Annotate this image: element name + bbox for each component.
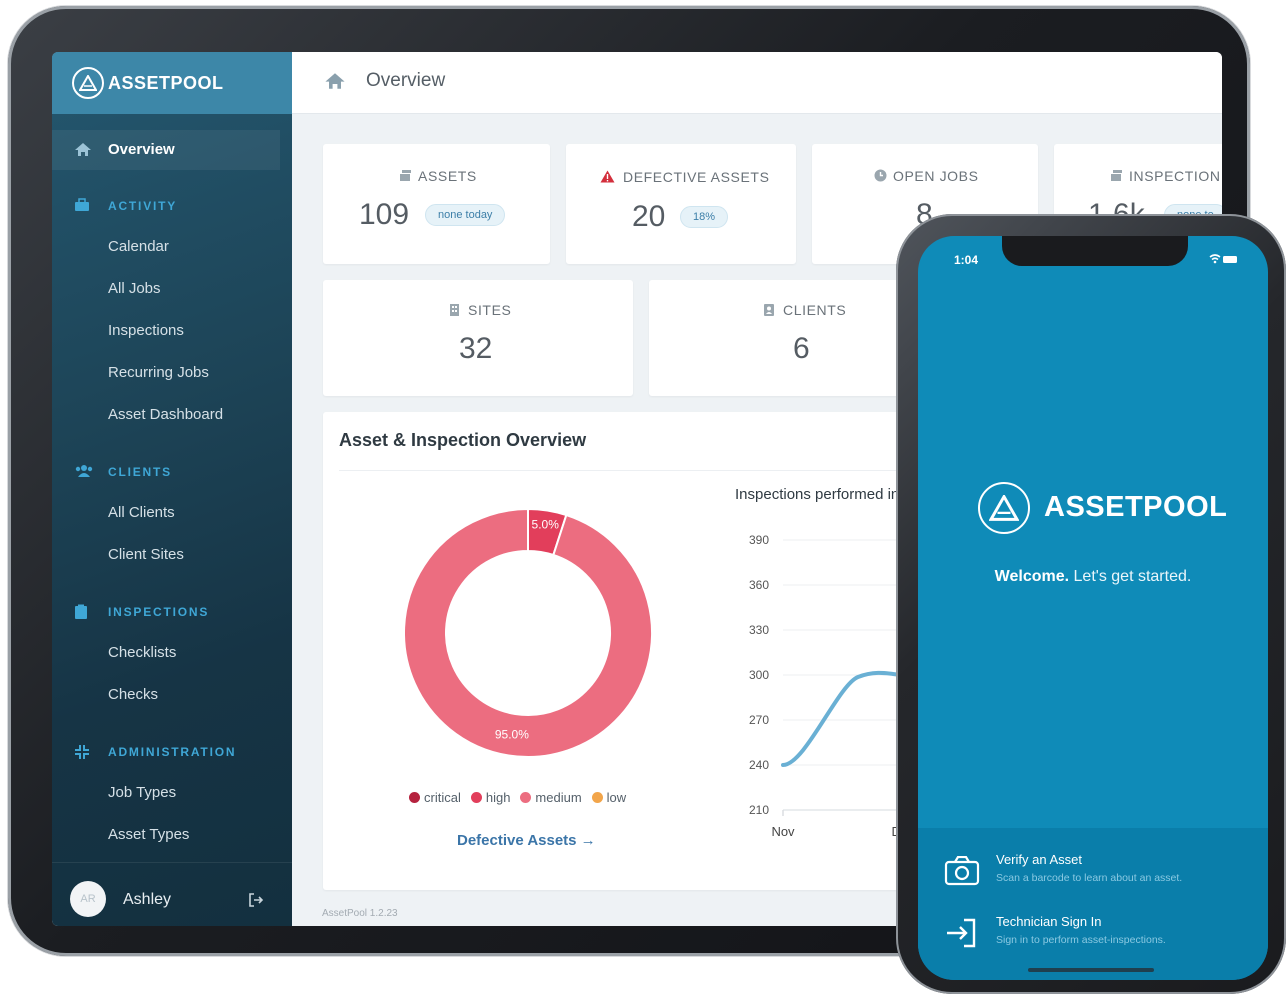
sidebar-item-label: Overview <box>108 141 175 158</box>
warning-icon <box>600 170 615 183</box>
overview-title: Asset & Inspection Overview <box>339 430 587 450</box>
sidebar-item-checklists[interactable]: Checklists <box>108 644 176 661</box>
legend-item-high[interactable]: high <box>470 790 510 805</box>
defective-assets-link[interactable]: Defective Assets → <box>457 832 596 849</box>
home-icon[interactable] <box>324 72 346 95</box>
sidebar-item-asset-dashboard[interactable]: Asset Dashboard <box>108 406 223 423</box>
sidebar-item-asset-types[interactable]: Asset Types <box>108 826 189 843</box>
top-bar: Overview <box>292 52 1222 114</box>
user-name[interactable]: Ashley <box>123 891 171 909</box>
stat-value: 32 <box>459 332 493 365</box>
action-title: Technician Sign In <box>996 914 1102 929</box>
phone-notch <box>1002 236 1188 266</box>
home-icon <box>74 142 92 162</box>
sidebar-item-client-sites[interactable]: Client Sites <box>108 546 184 563</box>
section-clients: CLIENTS <box>52 462 292 482</box>
section-administration: ADMINISTRATION <box>52 742 292 762</box>
chart-legend: critical high medium low <box>409 790 626 805</box>
legend-item-medium[interactable]: medium <box>520 790 582 805</box>
stat-value: 6 <box>793 332 810 365</box>
stat-card-assets[interactable]: ASSETS 109 none today <box>323 144 550 264</box>
section-title: INSPECTIONS <box>108 605 210 619</box>
compress-icon <box>74 744 90 765</box>
y-tick-label: 360 <box>749 578 769 592</box>
section-activity: ACTIVITY <box>52 196 292 216</box>
slice-label: 95.0% <box>495 728 529 742</box>
phone-brand-name: ASSETPOOL <box>1044 491 1228 523</box>
status-time: 1:04 <box>954 253 979 267</box>
clock-icon <box>874 169 887 182</box>
stat-card-sites[interactable]: SITES 32 <box>323 280 633 396</box>
sidebar-item-overview[interactable]: Overview <box>52 130 280 170</box>
donut-slice-medium[interactable] <box>403 507 653 758</box>
technician-sign-in-button[interactable]: Technician Sign In Sign in to perform as… <box>918 908 1268 958</box>
section-inspections: INSPECTIONS <box>52 602 292 622</box>
y-tick-label: 300 <box>749 668 769 682</box>
sidebar-item-recurring-jobs[interactable]: Recurring Jobs <box>108 364 209 381</box>
legend-item-critical[interactable]: critical <box>409 790 461 805</box>
sign-in-icon <box>944 918 978 953</box>
sidebar-item-calendar[interactable]: Calendar <box>108 238 169 255</box>
y-tick-label: 330 <box>749 623 769 637</box>
y-tick-label: 270 <box>749 713 769 727</box>
section-title: CLIENTS <box>108 465 172 479</box>
users-icon <box>74 464 94 483</box>
clipboard-icon <box>74 604 88 625</box>
stat-value: 20 <box>632 200 666 233</box>
series-line <box>781 670 905 767</box>
y-tick-label: 390 <box>749 533 769 547</box>
building-icon <box>450 304 459 316</box>
page-title: Overview <box>366 70 446 91</box>
app-version: AssetPool 1.2.23 <box>322 908 398 919</box>
wifi-battery-icon <box>1208 252 1238 270</box>
stat-label: SITES <box>449 302 511 318</box>
phone-screen: 1:04 ASSETPOOL Welcome. Let's get starte… <box>918 236 1268 980</box>
phone-actions-panel: Verify an Asset Scan a barcode to learn … <box>918 828 1268 980</box>
sidebar-item-inspections[interactable]: Inspections <box>108 322 184 339</box>
sidebar-item-checks[interactable]: Checks <box>108 686 158 703</box>
stat-card-defective-assets[interactable]: DEFECTIVE ASSETS 20 18% <box>566 144 796 264</box>
stack-icon <box>400 170 411 181</box>
stat-label: OPEN JOBS <box>874 168 979 184</box>
percent-badge: 18% <box>680 206 729 228</box>
contact-card-icon <box>764 304 774 316</box>
y-tick-label: 210 <box>749 803 769 817</box>
assetpool-logo-icon <box>978 482 1030 534</box>
briefcase-icon <box>74 198 90 217</box>
verify-asset-button[interactable]: Verify an Asset Scan a barcode to learn … <box>918 846 1268 896</box>
home-indicator <box>1028 968 1154 972</box>
section-title: ADMINISTRATION <box>108 745 237 759</box>
avatar[interactable]: AR <box>70 881 106 917</box>
status-badge: none today <box>425 204 506 226</box>
stat-label: DEFECTIVE ASSETS <box>600 169 770 185</box>
stat-value: 109 <box>359 198 410 231</box>
action-subtitle: Scan a barcode to learn about an asset. <box>996 872 1183 884</box>
camera-icon <box>944 855 980 891</box>
stat-label: INSPECTION <box>1110 168 1221 184</box>
action-title: Verify an Asset <box>996 852 1082 867</box>
user-panel: AR Ashley <box>52 862 292 926</box>
sidebar-item-all-clients[interactable]: All Clients <box>108 504 175 521</box>
defective-assets-donut-chart: 5.0% 95.0% <box>403 507 653 758</box>
action-subtitle: Sign in to perform asset-inspections. <box>996 934 1166 946</box>
welcome-message: Welcome. Let's get started. <box>994 568 1192 585</box>
assetpool-logo-icon <box>72 67 104 99</box>
sidebar: ASSETPOOL Overview ACTIVITY Calendar All… <box>52 52 292 926</box>
sidebar-item-job-types[interactable]: Job Types <box>108 784 176 801</box>
slice-label: 5.0% <box>532 517 560 531</box>
stat-label: CLIENTS <box>763 302 846 318</box>
stat-label: ASSETS <box>399 168 477 184</box>
sign-out-icon[interactable] <box>248 893 264 912</box>
line-chart-title: Inspections performed in <box>735 486 900 503</box>
x-tick-label: Nov <box>771 824 795 839</box>
legend-item-low[interactable]: low <box>591 790 626 805</box>
y-tick-label: 240 <box>749 758 769 772</box>
section-title: ACTIVITY <box>108 199 178 213</box>
brand-name: ASSETPOOL <box>108 72 224 93</box>
sidebar-item-all-jobs[interactable]: All Jobs <box>108 280 161 297</box>
stack-icon <box>1111 170 1122 181</box>
brand-header[interactable]: ASSETPOOL <box>52 52 292 114</box>
phone-device: 1:04 ASSETPOOL Welcome. Let's get starte… <box>896 214 1286 994</box>
